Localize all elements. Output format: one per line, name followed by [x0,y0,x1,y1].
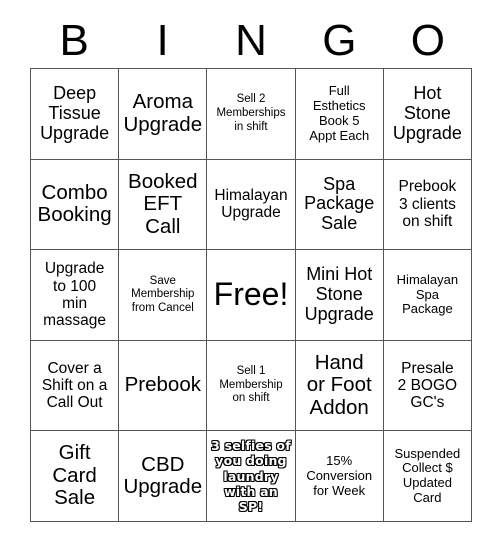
bingo-square-o2[interactable]: Prebook 3 clients on shift [383,159,472,251]
bingo-square-o3[interactable]: Himalayan Spa Package [383,250,472,341]
bingo-square-n1-label: Sell 2 Memberships in shift [216,93,286,133]
bingo-square-g5-label: 15% Conversion for Week [306,452,373,498]
bingo-square-i5[interactable]: CBD Upgrade [119,431,208,522]
header-letter-n: N [235,16,267,65]
bingo-square-g3-label: Mini Hot Stone Upgrade [304,264,374,324]
bingo-square-g4-label: Hand or Foot Addon [306,350,372,419]
bingo-square-o4-label: Presale 2 BOGO GC's [397,359,458,412]
bingo-square-o2-label: Prebook 3 clients on shift [398,178,457,231]
bingo-header: B I N G O [30,14,472,68]
bingo-square-b3-label: Upgrade to 100 min massage [43,260,107,330]
bingo-square-o1-label: Hot Stone Upgrade [392,83,462,143]
bingo-square-o5[interactable]: Suspended Collect $ Updated Card [383,431,472,522]
bingo-square-i4[interactable]: Prebook [119,340,208,432]
bingo-square-i1-label: Aroma Upgrade [123,90,203,136]
bingo-square-i5-label: CBD Upgrade [123,452,203,499]
bingo-square-b4-label: Cover a Shift on a Call Out [41,359,108,412]
bingo-square-n5[interactable]: 3 selfies of you doing laundry with an S… [207,431,296,522]
bingo-square-i2-label: Booked EFT Call [128,169,198,238]
bingo-square-g4[interactable]: Hand or Foot Addon [295,340,384,432]
bingo-square-o4[interactable]: Presale 2 BOGO GC's [383,340,472,432]
bingo-square-i2[interactable]: Booked EFT Call [119,159,208,251]
bingo-square-i1[interactable]: Aroma Upgrade [119,69,208,160]
bingo-square-n2[interactable]: Himalayan Upgrade [207,159,296,251]
bingo-square-b4[interactable]: Cover a Shift on a Call Out [31,340,120,432]
bingo-square-g2-label: Spa Package Sale [304,173,375,234]
bingo-square-g1[interactable]: Full Esthetics Book 5 Appt Each [295,69,384,160]
header-letter-b: B [59,16,89,65]
bingo-square-i3[interactable]: Save Membership from Cancel [119,250,208,341]
bingo-grid: Deep Tissue Upgrade Aroma Upgrade Sell 2… [30,68,472,522]
bingo-square-o5-label: Suspended Collect $ Updated Card [394,445,461,505]
bingo-square-free-label: Free! [213,276,289,313]
header-letter-g: G [322,16,357,65]
bingo-square-n4-label: Sell 1 Membership on shift [219,365,283,405]
bingo-square-o1[interactable]: Hot Stone Upgrade [383,69,472,160]
bingo-card: B I N G O Deep Tissue Upgrade Aroma Upgr… [0,0,500,544]
bingo-square-g3[interactable]: Mini Hot Stone Upgrade [295,250,384,341]
bingo-square-b5-label: Gift Card Sale [52,441,97,510]
bingo-square-n5-label: 3 selfies of you doing laundry with an S… [211,438,291,515]
bingo-square-b1-label: Deep Tissue Upgrade [40,83,110,143]
bingo-square-b2-label: Combo Booking [37,180,112,227]
bingo-square-g2[interactable]: Spa Package Sale [295,159,384,251]
header-letter-o: O [410,16,445,65]
bingo-square-g5[interactable]: 15% Conversion for Week [295,431,384,522]
bingo-square-free[interactable]: Free! [207,250,296,341]
bingo-square-b3[interactable]: Upgrade to 100 min massage [31,250,120,341]
bingo-square-n4[interactable]: Sell 1 Membership on shift [207,340,296,432]
bingo-square-g1-label: Full Esthetics Book 5 Appt Each [309,83,370,143]
bingo-square-b1[interactable]: Deep Tissue Upgrade [31,69,120,160]
bingo-square-b2[interactable]: Combo Booking [31,159,120,251]
bingo-square-o3-label: Himalayan Spa Package [396,271,459,317]
bingo-square-n2-label: Himalayan Upgrade [214,187,288,222]
bingo-square-i4-label: Prebook [124,373,201,397]
bingo-square-n1[interactable]: Sell 2 Memberships in shift [207,69,296,160]
header-letter-i: I [156,16,169,65]
bingo-square-i3-label: Save Membership from Cancel [131,274,195,314]
bingo-square-b5[interactable]: Gift Card Sale [31,431,120,522]
